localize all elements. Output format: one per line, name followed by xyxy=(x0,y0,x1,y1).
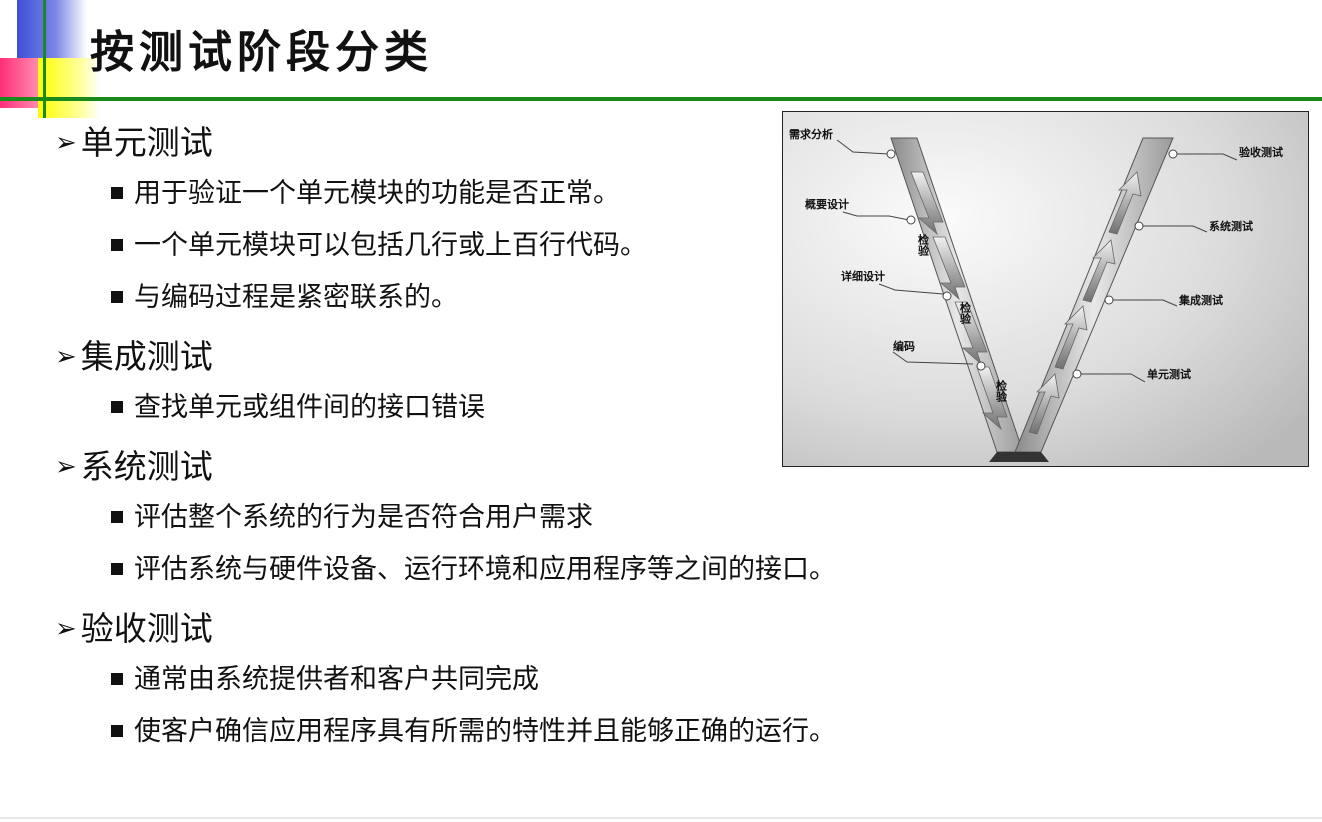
v-label-left-2: 详细设计 xyxy=(841,269,885,283)
list-item: 与编码过程是紧密联系的。 xyxy=(55,272,775,324)
square-bullet-icon xyxy=(111,511,123,523)
v-model-diagram: 需求分析 概要设计 详细设计 编码 验收测试 系统测试 集成测试 单元测试 检验… xyxy=(782,111,1309,467)
list-item: 评估整个系统的行为是否符合用户需求 xyxy=(55,492,775,544)
v-model-graphic: 需求分析 概要设计 详细设计 编码 验收测试 系统测试 集成测试 单元测试 检验… xyxy=(783,112,1308,466)
section-heading: 验收测试 xyxy=(80,609,213,648)
v-check-label-1: 检验 xyxy=(917,233,930,257)
list-item: 用于验证一个单元模块的功能是否正常。 xyxy=(55,168,775,220)
v-label-left-0: 需求分析 xyxy=(789,127,833,141)
section-heading: 系统测试 xyxy=(80,447,213,486)
square-bullet-icon xyxy=(111,673,123,685)
bullet-content: ➢ 单元测试 用于验证一个单元模块的功能是否正常。 一个单元模块可以包括几行或上… xyxy=(55,118,836,764)
square-bullet-icon xyxy=(111,725,123,737)
v-check-label-3: 检验 xyxy=(995,379,1008,403)
square-bullet-icon xyxy=(111,239,123,251)
v-label-left-1: 概要设计 xyxy=(805,197,849,211)
v-label-right-3: 单元测试 xyxy=(1147,367,1191,381)
square-bullet-icon xyxy=(111,401,123,413)
list-item: 通常由系统提供者和客户共同完成 xyxy=(55,654,775,706)
section-heading: 单元测试 xyxy=(80,123,213,162)
list-item: 使客户确信应用程序具有所需的特性并且能够正确的运行。 xyxy=(55,706,836,758)
section-acceptance-test: ➢ 验收测试 通常由系统提供者和客户共同完成 使客户确信应用程序具有所需的特性并… xyxy=(55,604,836,758)
square-bullet-icon xyxy=(111,563,123,575)
v-label-right-1: 系统测试 xyxy=(1209,219,1253,233)
v-label-right-2: 集成测试 xyxy=(1178,293,1223,307)
title-decoration-blue xyxy=(17,0,87,60)
v-label-left-3: 编码 xyxy=(893,339,915,353)
slide-title: 按测试阶段分类 xyxy=(90,27,433,78)
list-item: 评估系统与硬件设备、运行环境和应用程序等之间的接口。 xyxy=(55,544,836,596)
list-item: 一个单元模块可以包括几行或上百行代码。 xyxy=(55,220,775,272)
title-underline xyxy=(0,97,1322,101)
v-check-label-2: 检验 xyxy=(959,301,972,325)
bottom-divider xyxy=(0,817,1322,819)
arrow-bullet-icon: ➢ xyxy=(55,614,77,644)
arrow-bullet-icon: ➢ xyxy=(55,452,77,482)
v-label-right-0: 验收测试 xyxy=(1239,145,1283,159)
section-system-test: ➢ 系统测试 评估整个系统的行为是否符合用户需求 评估系统与硬件设备、运行环境和… xyxy=(55,442,836,596)
arrow-bullet-icon: ➢ xyxy=(55,342,77,372)
square-bullet-icon xyxy=(111,187,123,199)
arrow-bullet-icon: ➢ xyxy=(55,128,77,158)
section-integration-test: ➢ 集成测试 查找单元或组件间的接口错误 xyxy=(55,332,775,434)
square-bullet-icon xyxy=(111,291,123,303)
section-unit-test: ➢ 单元测试 用于验证一个单元模块的功能是否正常。 一个单元模块可以包括几行或上… xyxy=(55,118,775,324)
section-heading: 集成测试 xyxy=(80,337,213,376)
list-item: 查找单元或组件间的接口错误 xyxy=(55,382,775,434)
